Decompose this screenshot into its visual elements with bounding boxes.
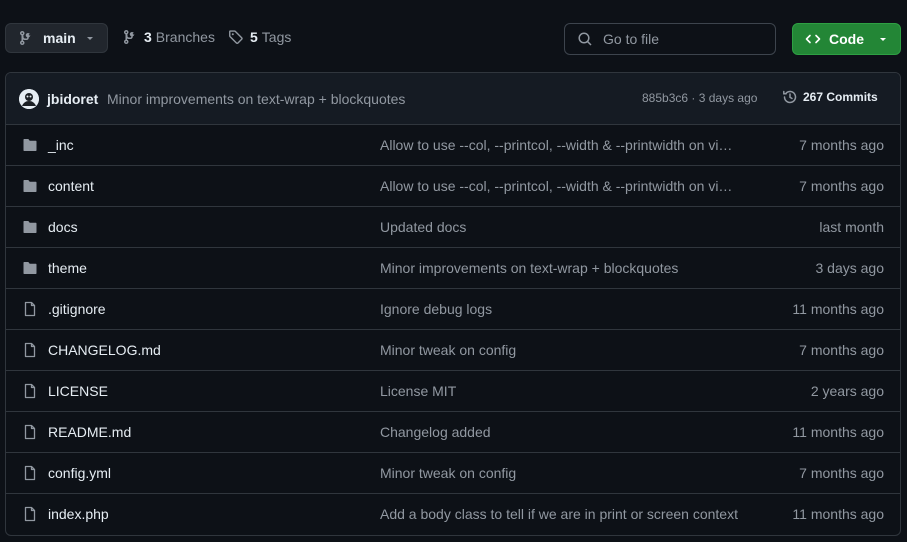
file-commit-message-link[interactable]: Minor tweak on config bbox=[380, 342, 766, 358]
commit-author[interactable]: jbidoret bbox=[47, 91, 98, 107]
folder-icon bbox=[22, 219, 38, 238]
file-row[interactable]: docs Updated docs last month bbox=[6, 207, 900, 248]
file-row[interactable]: _inc Allow to use --col, --printcol, --wi… bbox=[6, 125, 900, 166]
tag-icon bbox=[229, 30, 243, 44]
file-row[interactable]: CHANGELOG.md Minor tweak on config 7 month… bbox=[6, 330, 900, 371]
file-icon bbox=[22, 424, 38, 443]
file-name-link[interactable]: LICENSE bbox=[48, 383, 108, 399]
file-commit-message-link[interactable]: Allow to use --col, --printcol, --width … bbox=[380, 137, 766, 153]
file-icon bbox=[22, 342, 38, 361]
file-commit-message-link[interactable]: License MIT bbox=[380, 383, 766, 399]
file-commit-message-link[interactable]: Minor improvements on text-wrap + blockq… bbox=[380, 260, 766, 276]
file-row[interactable]: index.php Add a body class to tell if we … bbox=[6, 494, 900, 535]
file-row[interactable]: theme Minor improvements on text-wrap + b… bbox=[6, 248, 900, 289]
file-commit-date: 2 years ago bbox=[810, 383, 884, 399]
file-commit-message-link[interactable]: Allow to use --col, --printcol, --width … bbox=[380, 178, 766, 194]
file-commit-date: 7 months ago bbox=[799, 178, 884, 194]
tags-label: Tags bbox=[261, 29, 292, 45]
commit-message[interactable]: Minor improvements on text-wrap + blockq… bbox=[107, 91, 405, 107]
file-icon bbox=[22, 506, 38, 525]
file-name-link[interactable]: content bbox=[48, 178, 94, 194]
file-commit-message-link[interactable]: Changelog added bbox=[380, 424, 766, 440]
go-to-file-search[interactable] bbox=[564, 23, 776, 55]
file-name-link[interactable]: README.md bbox=[48, 424, 131, 440]
file-commit-date: 11 months ago bbox=[792, 301, 884, 317]
file-commit-message-link[interactable]: Ignore debug logs bbox=[380, 301, 766, 317]
file-commit-date: 3 days ago bbox=[815, 260, 885, 276]
branch-selector-button[interactable]: main bbox=[5, 23, 108, 53]
branches-label: Branches bbox=[155, 29, 215, 45]
file-list: _inc Allow to use --col, --printcol, --wi… bbox=[6, 125, 900, 535]
file-commit-date: 11 months ago bbox=[792, 506, 884, 522]
file-row[interactable]: README.md Changelog added 11 months ago bbox=[6, 412, 900, 453]
file-browser: jbidoret Minor improvements on text-wrap… bbox=[5, 72, 901, 536]
folder-icon bbox=[22, 178, 38, 197]
file-commit-date: last month bbox=[819, 219, 884, 235]
code-button-label: Code bbox=[829, 31, 864, 47]
tags-count: 5 bbox=[250, 29, 258, 45]
file-name-link[interactable]: index.php bbox=[48, 506, 109, 522]
file-row[interactable]: .gitignore Ignore debug logs 11 months ago bbox=[6, 289, 900, 330]
folder-icon bbox=[22, 260, 38, 279]
tags-link[interactable]: 5 Tags bbox=[228, 29, 291, 45]
search-icon bbox=[578, 32, 592, 46]
file-name-link[interactable]: .gitignore bbox=[48, 301, 106, 317]
branches-link[interactable]: 3 Branches bbox=[122, 29, 215, 45]
go-to-file-input[interactable] bbox=[601, 30, 765, 48]
file-icon bbox=[22, 301, 38, 320]
file-row[interactable]: LICENSE License MIT 2 years ago bbox=[6, 371, 900, 412]
caret-down-icon bbox=[87, 37, 93, 40]
folder-icon bbox=[22, 137, 38, 156]
file-name-link[interactable]: _inc bbox=[48, 137, 74, 153]
avatar[interactable] bbox=[19, 89, 39, 109]
file-commit-message-link[interactable]: Updated docs bbox=[380, 219, 766, 235]
code-icon bbox=[805, 34, 821, 44]
commits-history-link[interactable]: 267 Commits bbox=[782, 89, 878, 105]
branches-count: 3 bbox=[144, 29, 152, 45]
file-row[interactable]: content Allow to use --col, --printcol, -… bbox=[6, 166, 900, 207]
repository-page: main 3 Branches 5 Tags Go to file Code j… bbox=[0, 0, 907, 542]
history-icon bbox=[783, 90, 797, 104]
file-name-link[interactable]: CHANGELOG.md bbox=[48, 342, 161, 358]
file-commit-date: 7 months ago bbox=[799, 137, 884, 153]
branch-name: main bbox=[43, 30, 76, 46]
file-commit-message-link[interactable]: Minor tweak on config bbox=[380, 465, 766, 481]
file-row[interactable]: config.yml Minor tweak on config 7 months … bbox=[6, 453, 900, 494]
git-branch-icon bbox=[124, 29, 135, 45]
file-icon bbox=[22, 465, 38, 484]
file-commit-date: 7 months ago bbox=[799, 465, 884, 481]
file-name-link[interactable]: docs bbox=[48, 219, 78, 235]
commit-hash-and-time[interactable]: 885b3c6 · 3 days ago bbox=[642, 91, 757, 105]
user-avatar-icon bbox=[19, 89, 39, 109]
file-commit-date: 7 months ago bbox=[799, 342, 884, 358]
file-name-link[interactable]: theme bbox=[48, 260, 87, 276]
repo-toolbar: main 3 Branches 5 Tags Go to file Code bbox=[0, 0, 907, 78]
latest-commit-bar: jbidoret Minor improvements on text-wrap… bbox=[6, 73, 900, 125]
file-commit-message-link[interactable]: Add a body class to tell if we are in pr… bbox=[380, 506, 766, 522]
file-commit-date: 11 months ago bbox=[792, 424, 884, 440]
file-icon bbox=[22, 383, 38, 402]
git-branch-icon bbox=[20, 30, 31, 46]
commits-count-label: 267 Commits bbox=[803, 90, 878, 104]
code-button[interactable]: Code bbox=[792, 23, 901, 55]
caret-down-icon bbox=[880, 38, 886, 41]
file-name-link[interactable]: config.yml bbox=[48, 465, 111, 481]
